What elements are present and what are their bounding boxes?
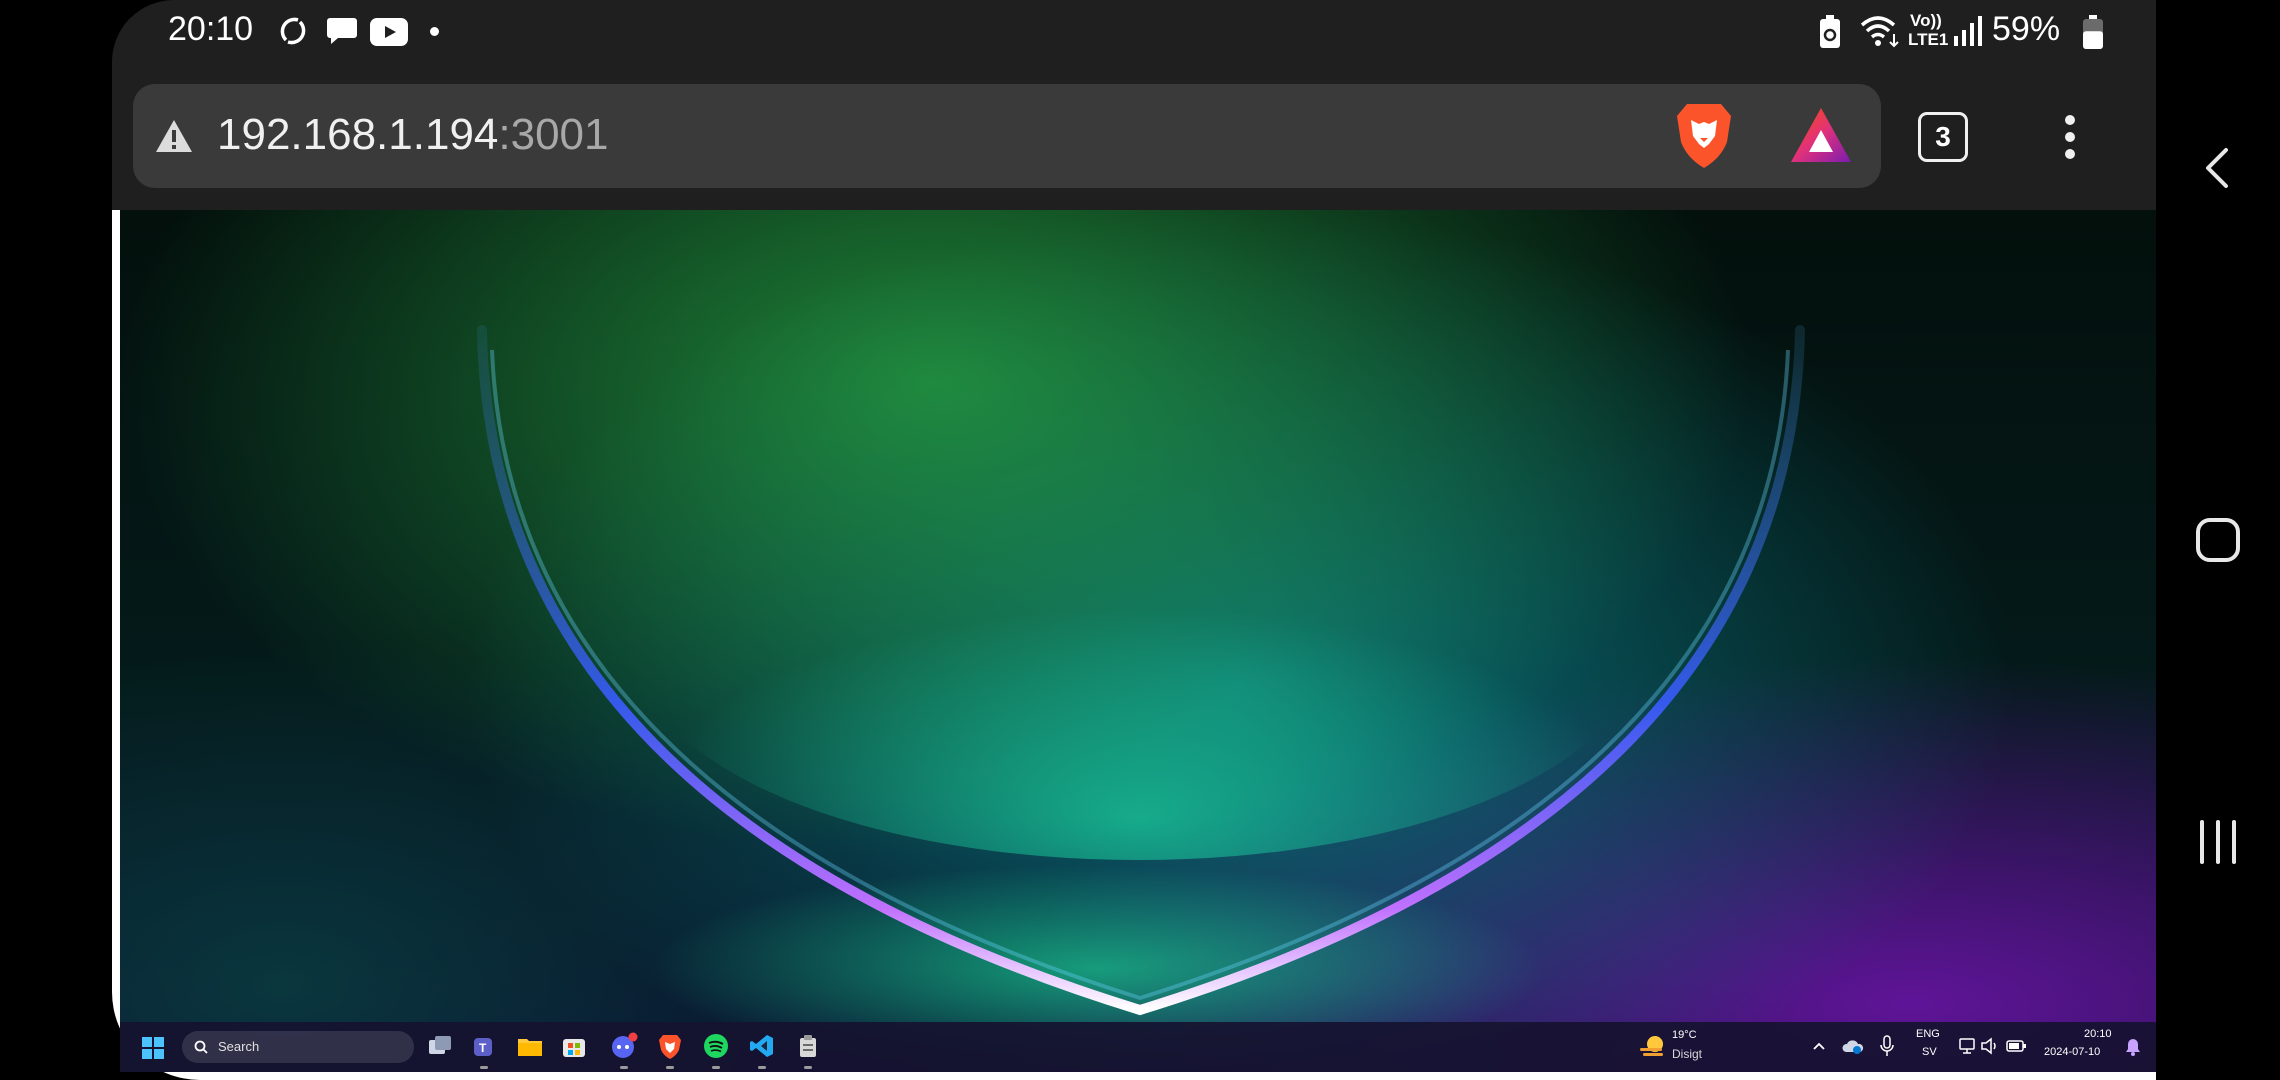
discord-icon[interactable] [610,1032,638,1060]
spotify-icon[interactable] [702,1032,730,1060]
app-icon[interactable] [794,1032,822,1060]
signal-icon [1954,16,1982,46]
url-text[interactable]: 192.168.1.194:3001 [217,110,609,160]
svg-text:T: T [479,1041,487,1055]
volume-icon[interactable] [1980,1036,2000,1056]
brave-icon[interactable] [656,1032,684,1060]
battery-saver-icon [1820,15,1840,48]
weather-icon[interactable] [1638,1034,1668,1060]
status-time: 20:10 [168,10,254,48]
network-label: Vo)) [1910,11,1942,30]
notification-bell-icon[interactable] [2124,1037,2142,1057]
network-icon[interactable] [1958,1036,1978,1056]
onedrive-icon[interactable] [1842,1036,1864,1056]
brave-shields-icon[interactable] [1673,102,1735,170]
remote-desktop-view[interactable] [120,210,2156,1072]
taskbar-clock-time[interactable]: 20:10 [2084,1028,2112,1040]
search-icon [194,1040,208,1054]
taskbar-search-box[interactable]: Search [182,1031,414,1063]
android-nav-bar [2156,0,2280,1080]
brave-rewards-icon[interactable] [1789,106,1853,164]
url-host: 192.168.1.194 [217,110,499,159]
taskbar-clock-date[interactable]: 2024-07-10 [2044,1046,2100,1058]
warning-icon[interactable] [155,119,193,153]
url-port: :3001 [498,110,609,159]
tab-count: 3 [1935,121,1951,152]
battery-status-icon[interactable] [2006,1036,2028,1056]
chat-icon [327,18,357,44]
language-bottom: SV [1922,1046,1937,1058]
vscode-icon[interactable] [748,1032,776,1060]
tab-switcher-button[interactable]: 3 [1918,112,1968,162]
youtube-icon [370,18,408,46]
address-bar[interactable]: 192.168.1.194:3001 [133,84,1881,188]
recents-icon[interactable] [2196,818,2240,866]
windows-taskbar: Search T 19°C Disigt ENG SV 20:10 2024-0… [120,1022,2156,1072]
language-top: ENG [1916,1028,1940,1040]
weather-desc: Disigt [1672,1047,1703,1061]
start-icon[interactable] [142,1037,164,1059]
back-icon[interactable] [2200,146,2236,190]
teams-icon[interactable]: T [470,1032,498,1060]
home-icon[interactable] [2194,516,2242,564]
store-icon[interactable] [560,1032,588,1060]
status-bar: 20:10 Vo)) LTE1 59% [112,0,2156,62]
network-sub-label: LTE1 [1908,30,1949,49]
taskbar-search-placeholder: Search [218,1039,260,1054]
battery-percent: 59% [1992,10,2061,48]
weather-temp: 19°C [1672,1029,1697,1041]
battery-icon [2083,15,2103,49]
dot-icon [430,27,439,36]
chevron-up-icon[interactable] [1812,1041,1826,1051]
file-explorer-icon[interactable] [516,1032,544,1060]
task-view-icon[interactable] [426,1032,454,1060]
microphone-icon[interactable] [1880,1035,1894,1057]
sync-icon [280,17,306,45]
overflow-menu-icon[interactable] [2060,112,2080,162]
wallpaper-bloom [477,325,1805,1016]
wifi-icon [1860,16,1899,48]
